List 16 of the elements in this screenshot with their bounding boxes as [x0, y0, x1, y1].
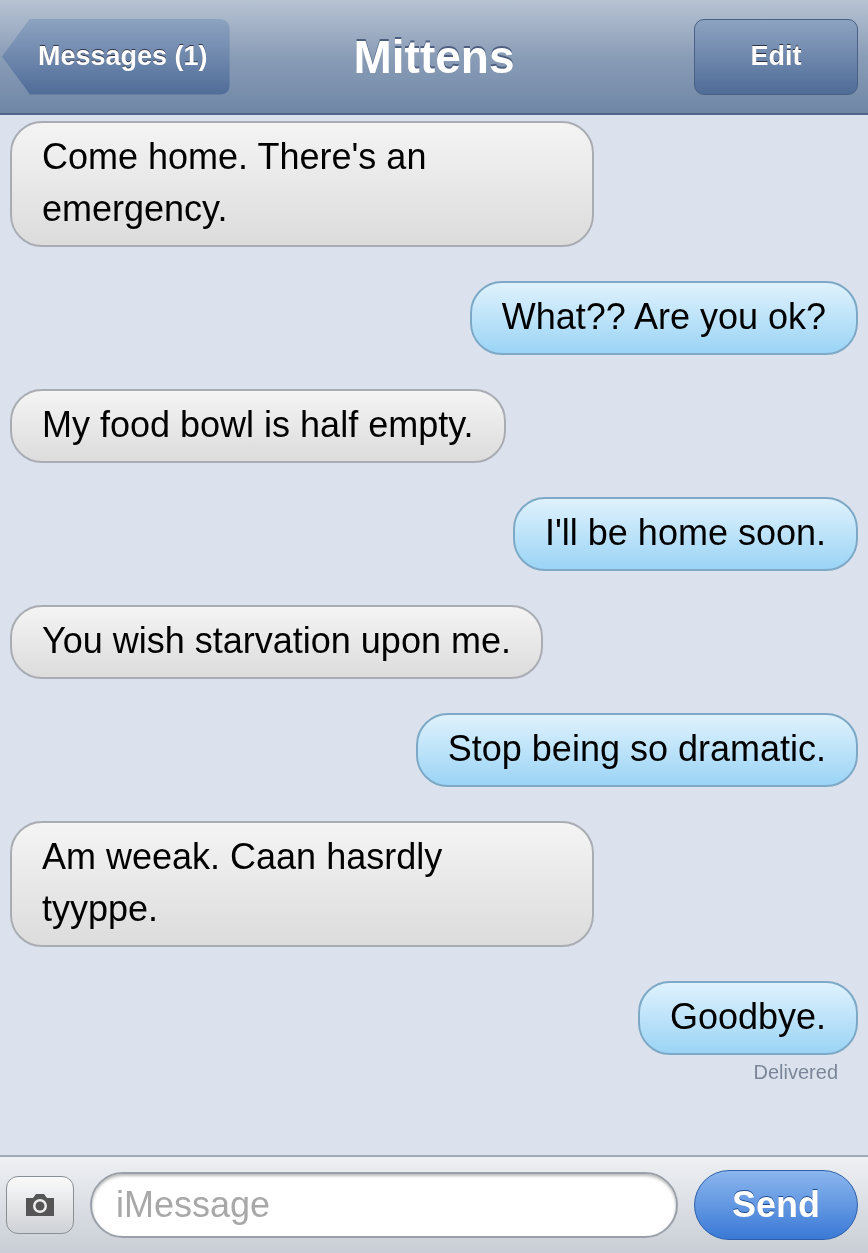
back-button[interactable]: Messages (1)	[2, 18, 230, 95]
sent-message-bubble: What?? Are you ok?	[469, 281, 858, 355]
sent-message-bubble: I'll be home soon.	[512, 497, 858, 571]
received-message-bubble: Come home. There's an emergency.	[10, 121, 594, 247]
conversation-title: Mittens	[353, 29, 515, 84]
delivery-status: Delivered	[753, 1061, 838, 1084]
received-message-bubble: My food bowl is half empty.	[10, 389, 506, 463]
received-message-bubble: Am weeak. Caan hasrdly tyyppe.	[10, 821, 594, 947]
edit-button[interactable]: Edit	[694, 18, 858, 95]
sent-message-bubble: Goodbye.	[637, 981, 858, 1055]
sent-message-bubble: Stop being so dramatic.	[415, 713, 858, 787]
camera-icon	[23, 1191, 57, 1219]
send-button[interactable]: Send	[694, 1170, 858, 1240]
camera-button[interactable]	[6, 1176, 74, 1234]
received-message-bubble: You wish starvation upon me.	[10, 605, 543, 679]
message-input-field[interactable]: iMessage	[90, 1172, 678, 1238]
